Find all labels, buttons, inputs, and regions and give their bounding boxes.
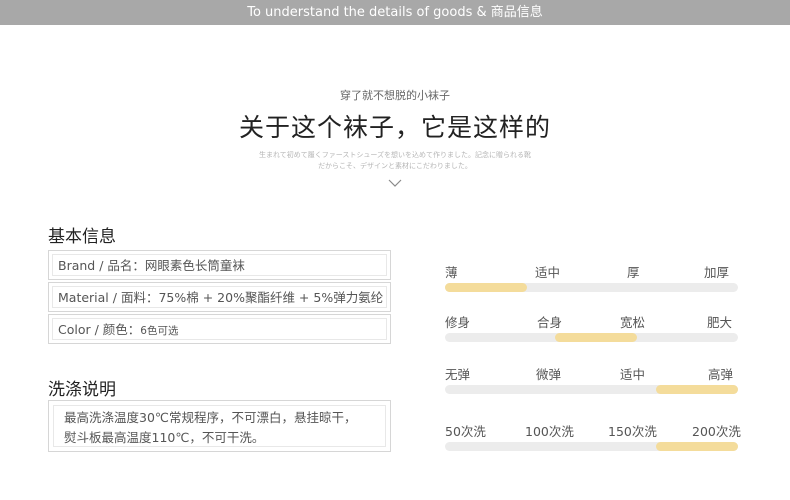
info-row-brand: Brand / 品名：网眼素色长筒童袜	[48, 250, 391, 280]
info-label: Brand / 品名：	[58, 258, 145, 273]
scale-label: 100次洗	[525, 424, 574, 439]
scale-label: 宽松	[620, 315, 646, 330]
wash-line-1: 最高洗涤温度30℃常规程序，不可漂白，悬挂晾干，	[64, 410, 357, 425]
header-bar: To understand the details of goods & 商品信…	[0, 0, 790, 25]
scale-label: 高弹	[708, 367, 734, 382]
elasticity-scale: 无弹 微弹 适中 高弹	[445, 364, 739, 394]
scale-label: 修身	[445, 315, 471, 330]
info-value: 6色可选	[140, 325, 179, 337]
scale-label: 肥大	[707, 315, 733, 330]
scale-fill	[656, 385, 738, 394]
info-label: Color / 颜色：	[58, 322, 141, 337]
thickness-scale: 薄 适中 厚 加厚	[445, 262, 739, 292]
scale-label: 50次洗	[445, 424, 486, 439]
scale-track	[445, 442, 738, 451]
info-value: 75%棉 + 20%聚酯纤维 + 5%弹力氨纶	[158, 290, 384, 305]
scale-label: 200次洗	[692, 424, 741, 439]
info-row-material: Material / 面料：75%棉 + 20%聚酯纤维 + 5%弹力氨纶	[48, 282, 391, 312]
scale-label: 合身	[537, 315, 563, 330]
basic-info-title: 基本信息	[48, 227, 116, 247]
info-value: 网眼素色长筒童袜	[144, 258, 245, 273]
wash-instructions-box: 最高洗涤温度30℃常规程序，不可漂白，悬挂晾干， 熨斗板最高温度110℃，不可干…	[48, 400, 391, 452]
wash-instructions-title: 洗涤说明	[48, 380, 116, 400]
scale-fill	[656, 442, 738, 451]
hero-headline: 关于这个袜子，它是这样的	[238, 113, 551, 142]
scale-label: 无弹	[445, 367, 471, 382]
scale-label: 适中	[535, 265, 561, 280]
wash-line-2: 熨斗板最高温度110℃，不可干洗。	[64, 430, 265, 445]
info-label: Material / 面料：	[58, 290, 159, 305]
info-row-color: Color / 颜色：6色可选	[48, 314, 391, 344]
scale-label: 微弹	[536, 367, 562, 382]
scale-track	[445, 283, 738, 292]
header-title: To understand the details of goods & 商品信…	[247, 5, 543, 20]
scale-label: 150次洗	[608, 424, 657, 439]
chevron-down-icon	[388, 179, 402, 187]
scale-track	[445, 333, 738, 342]
scale-label: 薄	[445, 265, 458, 280]
scale-label: 适中	[620, 367, 646, 382]
wash-durability-scale: 50次洗 100次洗 150次洗 200次洗	[445, 421, 741, 451]
scale-fill	[445, 283, 527, 292]
scale-fill	[554, 333, 637, 342]
hero-tagline-1: 生まれて初めて履くファーストシューズを想いを込めて作りました。記念に贈られる靴	[258, 151, 532, 159]
fit-scale: 修身 合身 宽松 肥大	[445, 312, 739, 342]
scale-label: 加厚	[704, 265, 730, 280]
scale-label: 厚	[627, 265, 640, 280]
scale-track	[445, 385, 738, 394]
hero-subtitle: 穿了就不想脱的小袜子	[340, 89, 450, 102]
hero-tagline-2: だからこそ、デザインと素材にこだわりました。	[318, 162, 472, 170]
